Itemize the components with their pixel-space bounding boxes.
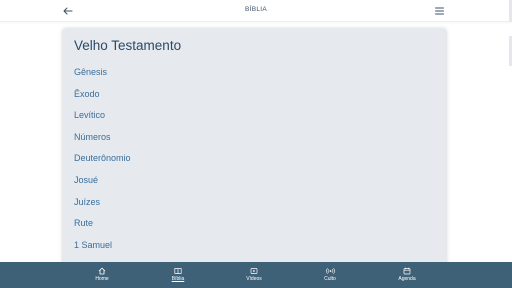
nav-label-culto: Culto bbox=[324, 276, 336, 282]
broadcast-icon bbox=[325, 266, 335, 275]
old-testament-card: Velho Testamento Gênesis Êxodo Levítico … bbox=[63, 28, 446, 268]
book-item[interactable]: Josué bbox=[63, 172, 446, 194]
nav-biblia[interactable]: Bíblia bbox=[158, 266, 198, 286]
nav-videos[interactable]: Vídeos bbox=[234, 266, 274, 286]
video-icon bbox=[250, 266, 259, 275]
book-item[interactable]: 1 Samuel bbox=[63, 237, 446, 259]
app-window: BÍBLIA Velho Testamento Gênesis Êxodo Le… bbox=[0, 0, 512, 288]
calendar-icon bbox=[403, 266, 412, 275]
book-list: Gênesis Êxodo Levítico Números Deuterôno… bbox=[63, 64, 446, 258]
nav-label-agenda: Agenda bbox=[398, 276, 416, 282]
nav-label-home: Home bbox=[95, 276, 109, 282]
book-item[interactable]: Rute bbox=[63, 215, 446, 237]
book-item[interactable]: Gênesis bbox=[63, 64, 446, 86]
book-item[interactable]: Juízes bbox=[63, 194, 446, 216]
book-item[interactable]: Números bbox=[63, 129, 446, 151]
home-icon bbox=[98, 266, 107, 275]
book-item[interactable]: Êxodo bbox=[63, 86, 446, 108]
nav-home[interactable]: Home bbox=[82, 266, 122, 286]
nav-label-videos: Vídeos bbox=[246, 276, 262, 282]
book-icon bbox=[174, 266, 183, 275]
nav-culto[interactable]: Culto bbox=[310, 266, 350, 286]
bottom-navigation: Home Bíblia Vídeos Culto Agenda bbox=[0, 262, 512, 288]
nav-agenda[interactable]: Agenda bbox=[387, 266, 427, 286]
menu-button[interactable] bbox=[432, 4, 446, 18]
card-title: Velho Testamento bbox=[74, 38, 182, 53]
nav-label-biblia: Bíblia bbox=[171, 276, 185, 282]
menu-icon bbox=[434, 7, 444, 15]
book-item[interactable]: Levítico bbox=[63, 107, 446, 129]
book-item[interactable]: Deuterônomio bbox=[63, 150, 446, 172]
top-header: BÍBLIA bbox=[0, 0, 512, 22]
